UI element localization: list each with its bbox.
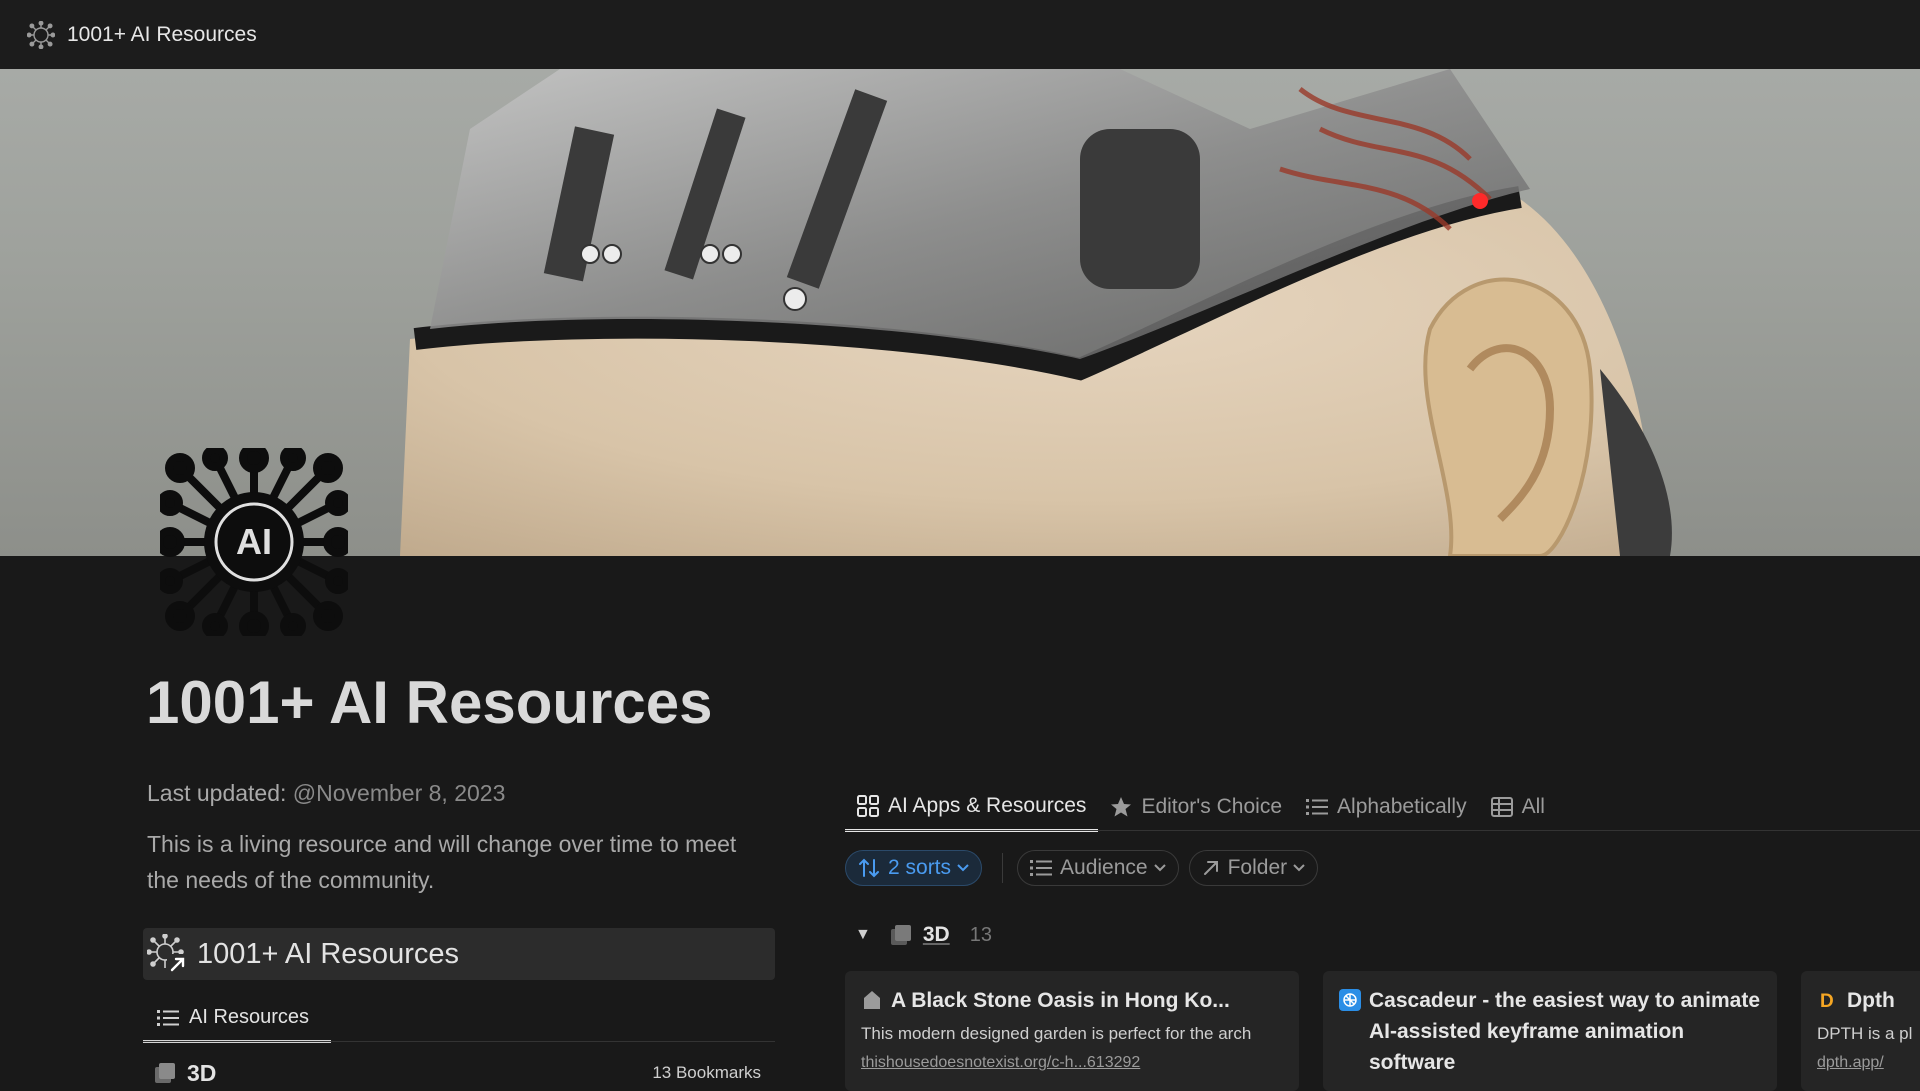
ai-logo-link-icon	[146, 933, 187, 974]
tab-alphabetically[interactable]: Alphabetically	[1294, 782, 1479, 832]
card-title: Cascadeur - the easiest way to animate A…	[1339, 985, 1761, 1078]
sort-arrows-icon	[859, 858, 879, 878]
card-title-text: Dpth	[1847, 989, 1895, 1012]
house-icon	[864, 991, 880, 1009]
tab-label: AI Apps & Resources	[888, 793, 1087, 817]
gallery-card[interactable]: A Black Stone Oasis in Hong Ko... This m…	[845, 971, 1299, 1091]
card-url[interactable]: thishousedoesnotexist.org/c-h...613292	[861, 1054, 1283, 1072]
sorts-button[interactable]: 2 sorts	[845, 850, 983, 886]
audience-label: Audience	[1060, 856, 1148, 879]
folder-label: Folder	[1227, 856, 1288, 879]
tab-all[interactable]: All	[1479, 782, 1557, 832]
date-mention[interactable]: @November 8, 2023	[293, 780, 506, 806]
gallery-icon	[857, 794, 879, 817]
table-icon	[1490, 797, 1513, 817]
tab-ai-resources[interactable]: AI Resources	[143, 995, 331, 1043]
tab-label: All	[1521, 795, 1545, 818]
group-label[interactable]: 3D	[923, 923, 950, 947]
chevron-down-icon	[1153, 864, 1166, 872]
tab-editors-choice[interactable]: Editor's Choice	[1098, 782, 1294, 832]
last-updated: Last updated: @November 8, 2023	[147, 780, 505, 807]
linked-page-block[interactable]: 1001+ AI Resources	[143, 928, 775, 980]
audience-filter[interactable]: Audience	[1017, 850, 1179, 886]
page-icon-text: AI	[236, 521, 272, 562]
breadcrumb-title[interactable]: 1001+ AI Resources	[67, 23, 257, 47]
tab-label: Editor's Choice	[1141, 795, 1283, 818]
card-description: This modern designed garden is perfect f…	[861, 1024, 1252, 1043]
card-title-text: A Black Stone Oasis in Hong Ko...	[891, 989, 1230, 1012]
card-title: A Black Stone Oasis in Hong Ko...	[861, 985, 1283, 1016]
list-item[interactable]: 3D 13 Bookmarks	[143, 1058, 775, 1088]
list-item-label: 3D	[187, 1059, 217, 1086]
page-title: 1001+ AI Resources	[146, 669, 713, 736]
cascadeur-logo-icon	[1339, 989, 1361, 1011]
gallery-card[interactable]: Cascadeur - the easiest way to animate A…	[1323, 971, 1777, 1091]
list-icon	[1030, 860, 1053, 876]
divider	[143, 1041, 775, 1042]
chevron-down-icon	[1293, 864, 1305, 872]
ai-logo-icon	[27, 20, 55, 49]
folder-stack-icon	[155, 1063, 175, 1083]
sorts-label: 2 sorts	[888, 856, 952, 879]
group-header-3d[interactable]: ▼ 3D 13	[855, 920, 992, 950]
group-count: 13	[969, 923, 992, 946]
list-icon	[157, 1009, 179, 1026]
tab-label: Alphabetically	[1337, 795, 1467, 818]
tab-ai-apps-resources[interactable]: AI Apps & Resources	[845, 782, 1099, 832]
linked-page-label: 1001+ AI Resources	[197, 937, 459, 970]
card-title: D Dpth	[1817, 985, 1920, 1016]
divider	[1002, 853, 1004, 883]
star-icon	[1111, 797, 1132, 817]
divider	[845, 830, 1920, 831]
card-url[interactable]: dpth.app/	[1817, 1054, 1920, 1072]
page-description: This is a living resource and will chang…	[147, 831, 737, 893]
list-icon	[1306, 799, 1329, 815]
card-title-text: Cascadeur - the easiest way to animate A…	[1369, 989, 1760, 1074]
chevron-down-icon	[957, 864, 969, 872]
dpth-logo-icon: D	[1820, 991, 1834, 1011]
filter-bar: 2 sorts Audience Folder	[845, 850, 1328, 886]
last-updated-label: Last updated:	[147, 780, 287, 806]
folder-stack-icon	[890, 925, 911, 945]
folder-filter[interactable]: Folder	[1188, 850, 1319, 886]
svg-text:D: D	[1820, 991, 1834, 1011]
view-tabs: AI Apps & Resources Editor's Choice Alph…	[845, 782, 1557, 832]
collapse-triangle-icon[interactable]: ▼	[855, 926, 871, 944]
gallery-card[interactable]: D Dpth DPTH is a pl dpth.app/	[1801, 971, 1920, 1091]
ai-logo-page-icon[interactable]: AI	[160, 448, 348, 636]
card-description: DPTH is a pl	[1817, 1024, 1913, 1043]
tab-label: AI Resources	[189, 1006, 310, 1028]
list-item-count: 13 Bookmarks	[652, 1063, 761, 1082]
relation-arrow-icon	[1203, 861, 1218, 875]
top-bar: 1001+ AI Resources	[0, 0, 1920, 69]
